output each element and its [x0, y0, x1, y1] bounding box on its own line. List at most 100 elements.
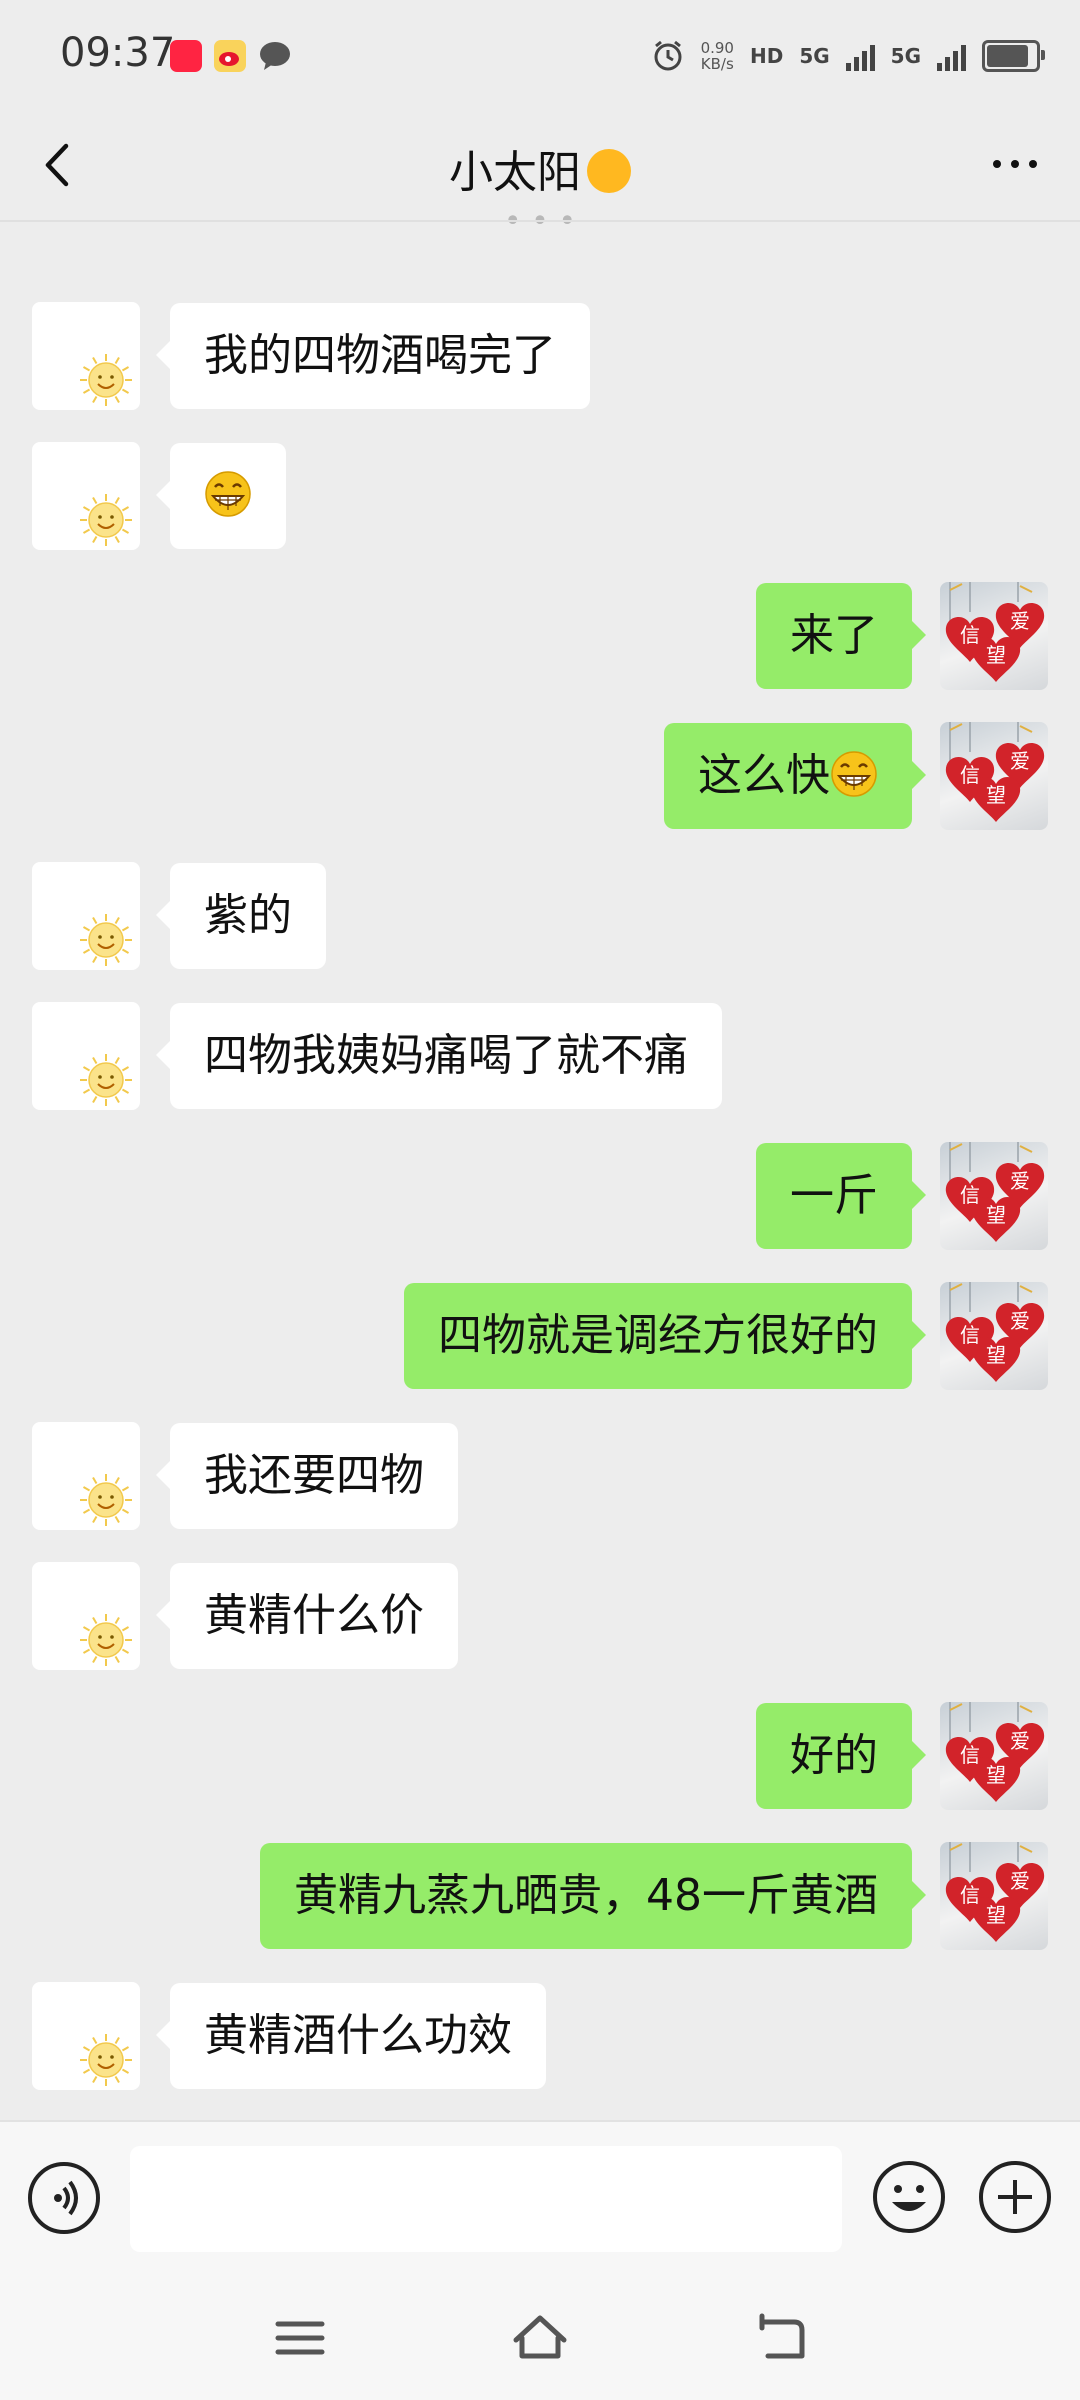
dot	[993, 160, 1001, 168]
message-bubble[interactable]: 一斤	[756, 1143, 926, 1249]
sent-message: 信 爱望 黄精九蒸九晒贵，48一斤黄酒	[0, 1842, 1080, 1950]
message-text: 紫的	[204, 890, 292, 941]
sun-emoji-icon	[587, 149, 631, 193]
message-bubble[interactable]: 好的	[756, 1703, 926, 1809]
signal-icon	[845, 41, 875, 71]
status-time: 09:37	[60, 30, 176, 76]
back-nav-button[interactable]	[748, 2308, 812, 2368]
received-message: 黄精酒什么功效	[0, 1982, 1080, 2090]
message-bubble[interactable]: 四物就是调经方很好的	[404, 1283, 926, 1389]
contact-avatar[interactable]	[32, 1002, 140, 1110]
message-bubble[interactable]: 来了	[756, 583, 926, 689]
system-navigation-bar	[0, 2270, 1080, 2400]
my-avatar[interactable]: 信 爱望	[940, 1702, 1048, 1810]
message-bubble[interactable]: 黄精九蒸九晒贵，48一斤黄酒	[260, 1843, 926, 1949]
message-bubble[interactable]: 我的四物酒喝完了	[156, 303, 590, 409]
my-avatar[interactable]: 信 爱望	[940, 722, 1048, 830]
svg-text:望: 望	[986, 1903, 1006, 1927]
message-text: 一斤	[790, 1170, 878, 1221]
message-bubble[interactable]: 黄精酒什么功效	[156, 1983, 546, 2089]
sent-message: 信 爱望 一斤	[0, 1142, 1080, 1250]
grin-emoji-icon	[204, 451, 252, 517]
my-avatar[interactable]: 信 爱望	[940, 1142, 1048, 1250]
message-bubble[interactable]: 我还要四物	[156, 1423, 458, 1529]
message-bubble[interactable]: 四物我姨妈痛喝了就不痛	[156, 1003, 722, 1109]
svg-text:信: 信	[960, 623, 980, 647]
message-text: 黄精酒什么功效	[204, 2010, 512, 2061]
emoji-button[interactable]	[870, 2158, 948, 2236]
received-message: 我的四物酒喝完了	[0, 302, 1080, 410]
input-bar	[0, 2120, 1080, 2272]
message-bubble[interactable]	[156, 443, 286, 549]
svg-text:望: 望	[986, 1763, 1006, 1787]
svg-text:信: 信	[960, 1883, 980, 1907]
menu-nav-button[interactable]	[268, 2308, 332, 2368]
signal-icon	[937, 41, 966, 71]
svg-text:望: 望	[986, 1343, 1006, 1367]
message-text: 黄精什么价	[204, 1590, 424, 1641]
my-avatar[interactable]: 信 爱望	[940, 582, 1048, 690]
message-icon	[258, 40, 290, 72]
received-message: 紫的	[0, 862, 1080, 970]
voice-button[interactable]	[28, 2162, 100, 2234]
my-avatar[interactable]: 信 爱望	[940, 1282, 1048, 1390]
sent-message: 信 爱望 好的	[0, 1702, 1080, 1810]
message-input[interactable]	[130, 2146, 842, 2252]
message-bubble[interactable]: 黄精什么价	[156, 1563, 458, 1669]
hd-badge: HD	[749, 44, 784, 68]
received-message: 我还要四物	[0, 1422, 1080, 1530]
page-title: 小太阳	[0, 136, 1080, 200]
status-icons: 0.90 KB/s HD 5G 5G	[651, 36, 1045, 76]
svg-text:信: 信	[960, 1743, 980, 1767]
contact-name: 小太阳	[449, 147, 581, 198]
contact-avatar[interactable]	[32, 1562, 140, 1670]
menu-icon	[275, 2321, 325, 2355]
message-text: 我的四物酒喝完了	[204, 330, 556, 381]
svg-text:信: 信	[960, 763, 980, 787]
smiley-icon	[873, 2161, 945, 2233]
svg-text:爱: 爱	[1010, 1869, 1030, 1893]
plus-circle-icon	[979, 2161, 1051, 2233]
svg-text:望: 望	[986, 643, 1006, 667]
contact-avatar[interactable]	[32, 1422, 140, 1530]
more-options-button[interactable]	[980, 144, 1050, 184]
svg-text:信: 信	[960, 1183, 980, 1207]
contact-avatar[interactable]	[32, 862, 140, 970]
dot	[1011, 160, 1019, 168]
svg-text:爱: 爱	[1010, 749, 1030, 773]
battery-icon	[982, 40, 1045, 72]
alarm-icon	[654, 40, 682, 71]
dot	[1029, 160, 1037, 168]
return-icon	[759, 2313, 805, 2359]
message-text: 来了	[790, 610, 878, 661]
contact-avatar[interactable]	[32, 1982, 140, 2090]
message-text: 四物就是调经方很好的	[438, 1310, 878, 1361]
svg-text:望: 望	[986, 1203, 1006, 1227]
received-message: 黄精什么价	[0, 1562, 1080, 1670]
sent-message: 信 爱望 这么快	[0, 722, 1080, 830]
message-text: 黄精九蒸九晒贵，48一斤黄酒	[294, 1870, 878, 1921]
svg-text:望: 望	[986, 783, 1006, 807]
sent-message: 信 爱望 来了	[0, 582, 1080, 690]
home-nav-button[interactable]	[508, 2308, 572, 2368]
network-speed: 0.90 KB/s	[700, 39, 734, 73]
message-text: 这么快	[698, 750, 830, 801]
voice-icon	[54, 2180, 78, 2216]
timestamp-partial: • • •	[503, 204, 577, 228]
received-message	[0, 442, 1080, 550]
my-avatar[interactable]: 信 爱望	[940, 1842, 1048, 1950]
svg-text:爱: 爱	[1010, 609, 1030, 633]
sim2-network: 5G	[890, 44, 921, 68]
sim1-network: 5G	[799, 44, 830, 68]
contact-avatar[interactable]	[32, 442, 140, 550]
status-bar: 09:37 0.90 KB/s HD 5G 5G	[0, 0, 1080, 110]
received-message: 四物我姨妈痛喝了就不痛	[0, 1002, 1080, 1110]
more-functions-button[interactable]	[976, 2158, 1054, 2236]
message-text: 我还要四物	[204, 1450, 424, 1501]
message-bubble[interactable]: 这么快	[664, 723, 926, 829]
xiaohongshu-icon	[170, 40, 202, 72]
contact-avatar[interactable]	[32, 302, 140, 410]
svg-text:爱: 爱	[1010, 1169, 1030, 1193]
message-bubble[interactable]: 紫的	[156, 863, 326, 969]
grin-emoji-icon	[830, 731, 878, 797]
